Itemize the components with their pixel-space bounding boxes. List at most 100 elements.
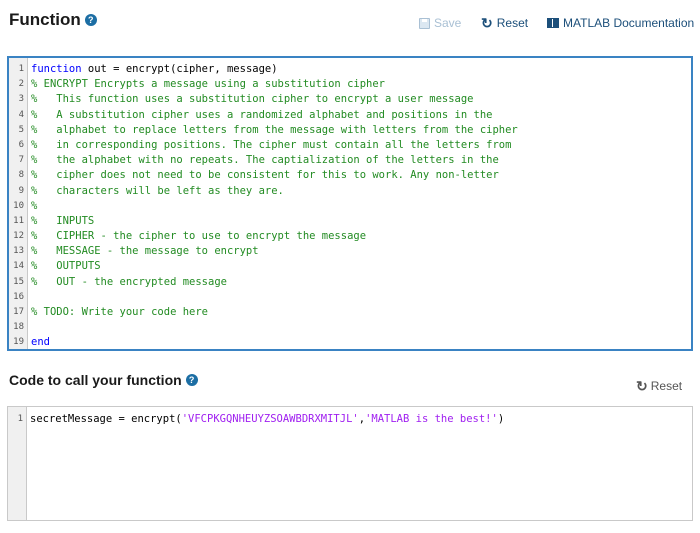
code-text: % CIPHER - the cipher to use to encrypt … [31,229,366,244]
code-line[interactable]: 7 % the alphabet with no repeats. The cap… [9,153,691,168]
call-section-title-text: Code to call your function [9,372,182,388]
reset-button[interactable]: ↻ Reset [481,16,528,30]
code-comment: % This function uses a substitution ciph… [31,93,474,106]
code-text: % alphabet to replace letters from the m… [31,123,518,138]
code-comment: % [31,199,38,212]
code-lines: 1 function out = encrypt(cipher, message)… [9,62,691,351]
code-text: % [31,199,37,214]
line-number: 19 [13,337,24,348]
line-number: 17 [13,307,24,317]
code-line[interactable]: 9 % characters will be left as they are. [9,184,691,199]
line-number: 1 [18,64,24,74]
code-comment: % in corresponding positions. The cipher… [31,138,512,151]
code-text: end [31,335,50,350]
code-line[interactable]: 5 % alphabet to replace letters from the … [9,123,691,138]
call-reset-button[interactable]: ↻ Reset [636,379,682,393]
code-comment: % CIPHER - the cipher to use to encrypt … [31,230,367,243]
reset-icon: ↻ [481,15,493,31]
code-token: out = encrypt(cipher, message) [81,63,278,75]
code-text: % MESSAGE - the message to encrypt [31,244,259,259]
save-button[interactable]: Save [419,16,461,30]
code-line[interactable]: 13 % MESSAGE - the message to encrypt [9,244,691,259]
line-number: 14 [13,261,24,272]
line-number: 15 [13,276,24,287]
line-number: 5 [18,124,24,135]
code-line[interactable]: 18 [9,320,691,335]
line-number: 10 [13,200,24,211]
code-line[interactable]: 6 % in corresponding positions. The ciphe… [9,138,691,153]
code-comment: % MESSAGE - the message to encrypt [31,245,259,258]
code-line[interactable]: 14 % OUTPUTS [9,259,691,274]
page-title-text: Function [9,10,81,29]
help-icon[interactable]: ? [84,14,97,26]
documentation-label: MATLAB Documentation [563,16,695,30]
code-text: secretMessage = encrypt('VFCPKGQNHEUYZSO… [30,412,504,427]
code-text: % A substitution cipher uses a randomize… [31,108,492,123]
code-text: % This function uses a substitution ciph… [31,92,474,107]
code-string: 'VFCPKGQNHEUYZSOAWBDRXMITJL' [181,413,359,425]
code-line[interactable]: 3 % This function uses a substitution cip… [9,92,691,107]
code-token: secretMessage = encrypt( [30,413,182,425]
code-text: % OUTPUTS [31,259,101,274]
code-text: % in corresponding positions. The cipher… [31,138,511,153]
function-code-editor[interactable]: 1 function out = encrypt(cipher, message)… [7,56,693,351]
line-number: 6 [18,139,24,150]
line-number: 3 [18,94,24,105]
code-comment: % A substitution cipher uses a randomize… [31,108,493,121]
line-number: 11 [13,215,24,226]
code-text: % characters will be left as they are. [31,184,284,199]
code-string: 'MATLAB is the best!' [365,413,498,425]
toolbar: Function? Save ↻ Reset MATLAB Documentat… [0,0,700,46]
documentation-link[interactable]: MATLAB Documentation [547,16,694,30]
line-number: 12 [13,231,24,242]
line-number: 9 [18,185,24,196]
line-number: 2 [18,79,24,90]
code-line[interactable]: 4 % A substitution cipher uses a randomiz… [9,108,691,123]
code-text: % the alphabet with no repeats. The capt… [31,153,499,168]
code-keyword: function [31,63,82,75]
code-comment: % OUTPUTS [31,260,101,273]
code-text: % cipher does not need to be consistent … [31,168,499,183]
code-line[interactable]: 10% [9,199,691,214]
code-line[interactable]: 2 % ENCRYPT Encrypts a message using a su… [9,77,691,92]
code-line[interactable]: 17 % TODO: Write your code here [9,305,691,320]
code-text: % OUT - the encrypted message [31,275,227,290]
code-lines: 1 secretMessage = encrypt('VFCPKGQNHEUYZS… [8,412,692,427]
code-line[interactable]: 1 function out = encrypt(cipher, message) [9,62,691,77]
code-text: % TODO: Write your code here [31,305,208,320]
code-line[interactable]: 12 % CIPHER - the cipher to use to encryp… [9,229,691,244]
code-keyword: end [31,336,50,349]
book-icon [547,18,559,28]
line-number: 18 [13,322,24,333]
code-line[interactable]: 15 % OUT - the encrypted message [9,275,691,290]
reset-label: Reset [496,16,529,30]
floppy-disk-icon [419,17,430,29]
code-comment: % alphabet to replace letters from the m… [31,123,518,136]
call-code-editor[interactable]: 1 secretMessage = encrypt('VFCPKGQNHEUYZS… [7,406,693,521]
help-icon[interactable]: ? [185,374,198,386]
code-text: % INPUTS [31,214,94,229]
code-line[interactable]: 1 secretMessage = encrypt('VFCPKGQNHEUYZS… [8,412,692,427]
code-line[interactable]: 11 % INPUTS [9,214,691,229]
code-text: % ENCRYPT Encrypts a message using a sub… [31,77,385,92]
code-comment: % INPUTS [31,214,95,227]
code-line[interactable]: 8 % cipher does not need to be consistent… [9,168,691,183]
reset-icon: ↻ [636,378,648,394]
call-reset-label: Reset [650,379,683,393]
code-comment: % OUT - the encrypted message [31,275,227,288]
code-line[interactable]: 16 [9,290,691,305]
save-label: Save [434,16,462,30]
code-comment: % ENCRYPT Encrypts a message using a sub… [31,78,386,91]
code-line[interactable]: 19 end [9,335,691,350]
line-number: 4 [18,109,24,120]
line-number: 16 [13,291,24,302]
code-comment: % the alphabet with no repeats. The capt… [31,154,499,167]
line-number: 13 [13,246,24,257]
code-comment: % TODO: Write your code here [31,306,209,318]
code-comment: % cipher does not need to be consistent … [31,169,499,182]
code-text: function out = encrypt(cipher, message) [31,62,278,77]
line-number: 7 [18,155,24,166]
code-token: ) [497,413,505,425]
line-number: 1 [17,414,23,424]
line-number: 8 [18,170,24,181]
